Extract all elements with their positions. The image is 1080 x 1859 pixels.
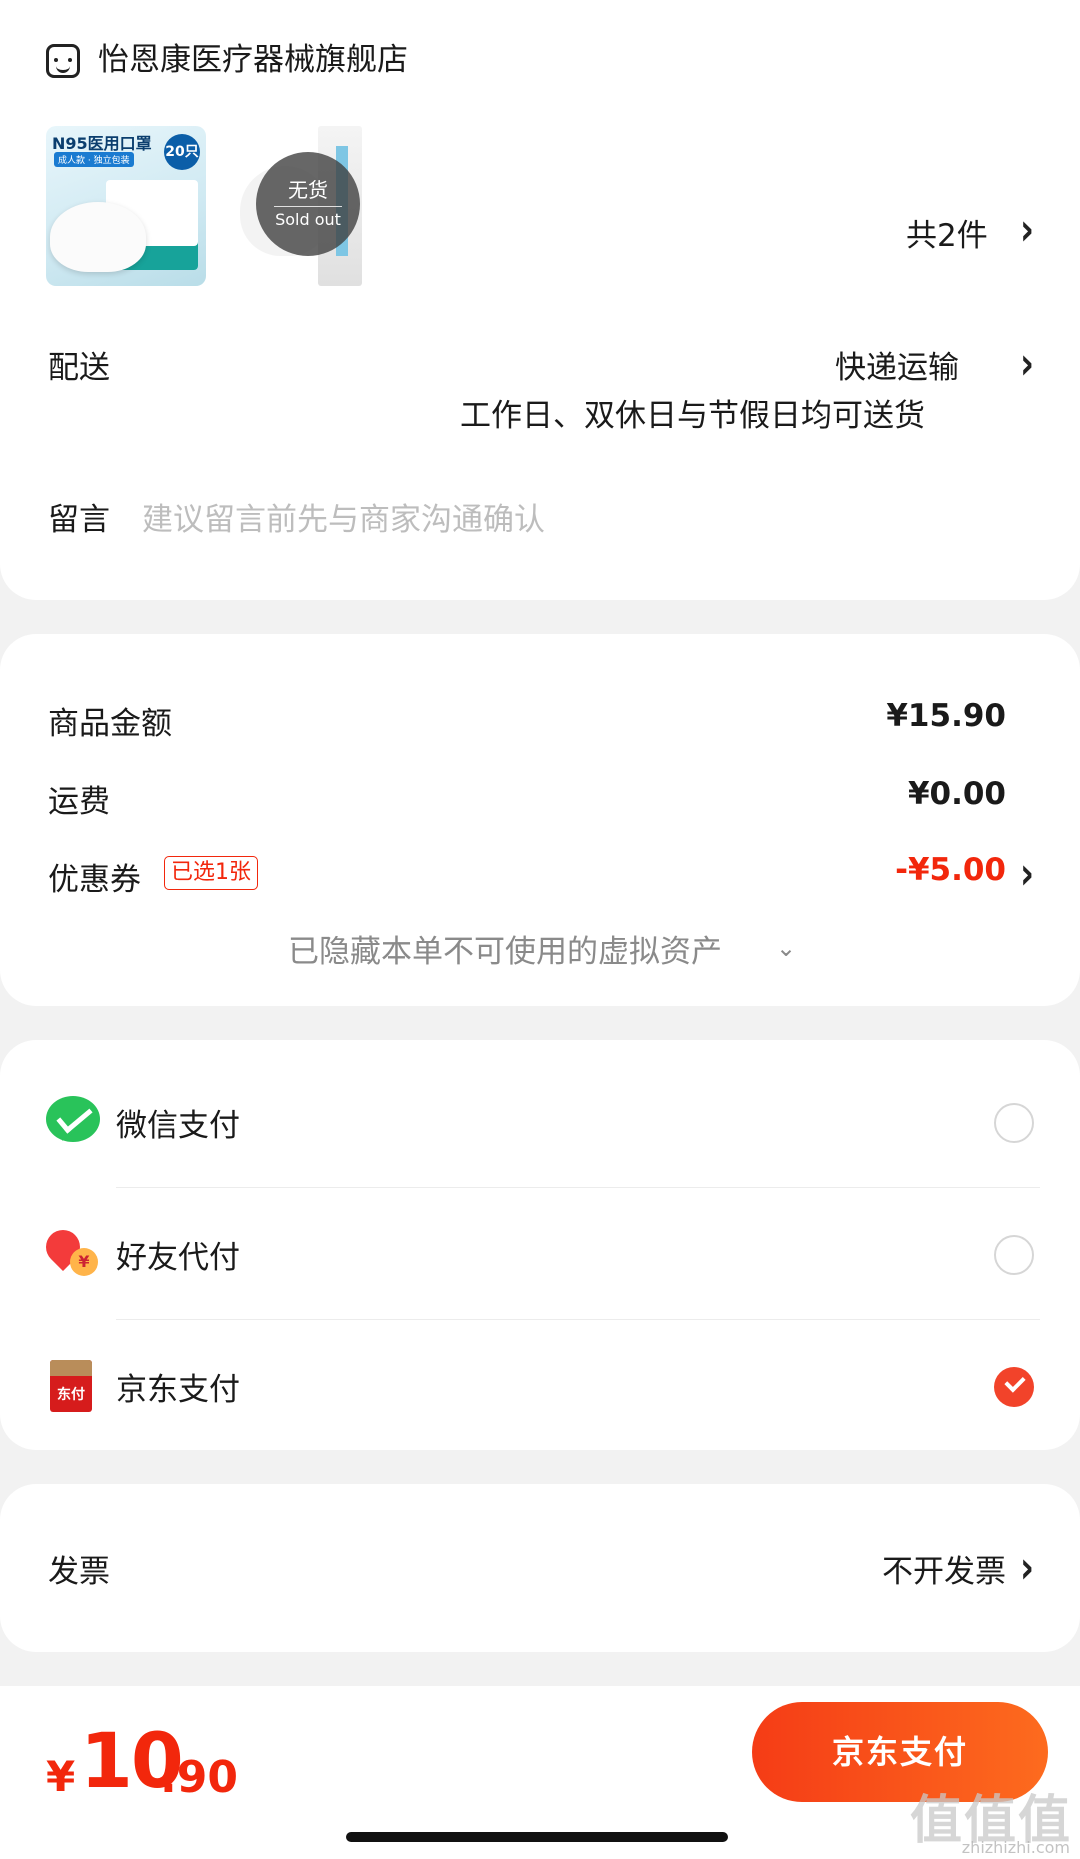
payment-label: 好友代付 [116,1240,240,1276]
mask-image [50,202,146,272]
store-name[interactable]: 怡恩康医疗器械旗舰店 [98,34,408,79]
total-currency: ¥ [46,1752,76,1801]
chevron-right-icon[interactable]: › [1020,204,1034,256]
product-thumbnail-soldout[interactable]: 无货 Sold out [240,126,380,286]
radio-unselected[interactable] [994,1103,1034,1143]
checkout-bar: ¥ 10 .90 京东支付 值值值 zhizhizhi.com [0,1686,1080,1859]
count-badge: 20只 [164,134,200,170]
product-subtitle: 成人款 · 独立包装 [54,152,134,167]
soldout-badge: 无货 Sold out [256,152,360,256]
soldout-cn: 无货 [288,178,328,202]
radio-unselected[interactable] [994,1235,1034,1275]
invoice-label: 发票 [48,1554,110,1590]
wechat-pay-icon [46,1096,100,1142]
chevron-down-icon[interactable]: ⌄ [776,934,796,962]
product-title: N95医用口罩 [52,134,152,153]
payment-label: 微信支付 [116,1108,240,1144]
message-label: 留言 [48,502,110,538]
watermark-url: zhizhizhi.com [961,1838,1070,1857]
invoice-card[interactable]: 发票 不开发票 › [0,1484,1080,1652]
store-card: 怡恩康医疗器械旗舰店 N95医用口罩 成人款 · 独立包装 20只 无货 Sol… [0,0,1080,600]
payment-card: 微信支付 ¥ 好友代付 东付 京东支付 [0,1040,1080,1450]
delivery-note: 工作日、双休日与节假日均可送货 [460,398,925,434]
payment-option-jdpay[interactable]: 东付 京东支付 [0,1320,1080,1452]
heart-yen-icon: ¥ [38,1222,98,1278]
invoice-value[interactable]: 不开发票 [882,1546,1006,1591]
shipping-value: ¥0.00 [907,776,1006,812]
home-indicator[interactable] [346,1832,728,1842]
chevron-right-icon[interactable]: › [1020,1542,1034,1594]
coupon-label: 优惠券 [48,862,141,898]
coupon-value[interactable]: -¥5.00 [895,852,1006,888]
radio-selected-check-icon[interactable] [994,1367,1034,1407]
coupon-badge: 已选1张 [164,856,258,890]
item-count[interactable]: 共2件 [906,210,988,255]
price-card: 商品金额 ¥15.90 运费 ¥0.00 优惠券 已选1张 -¥5.00 › 已… [0,634,1080,1006]
jd-pay-icon: 东付 [50,1360,92,1412]
hidden-assets-note[interactable]: 已隐藏本单不可使用的虚拟资产 [288,926,722,971]
chevron-right-icon[interactable]: › [1020,848,1034,900]
delivery-label: 配送 [48,350,110,386]
payment-option-wechat[interactable]: 微信支付 [0,1056,1080,1188]
goods-amount-value: ¥15.90 [886,698,1006,734]
delivery-method[interactable]: 快递运输 [835,342,959,387]
payment-option-friend[interactable]: ¥ 好友代付 [0,1188,1080,1320]
total-decimal: .90 [160,1752,238,1803]
soldout-en: Sold out [275,210,341,229]
store-icon [46,44,80,78]
product-thumbnail[interactable]: N95医用口罩 成人款 · 独立包装 20只 [46,126,206,286]
payment-label: 京东支付 [116,1372,240,1408]
message-input[interactable]: 建议留言前先与商家沟通确认 [142,494,545,539]
chevron-right-icon[interactable]: › [1020,338,1034,390]
goods-amount-label: 商品金额 [48,706,172,742]
shipping-label: 运费 [48,784,110,820]
